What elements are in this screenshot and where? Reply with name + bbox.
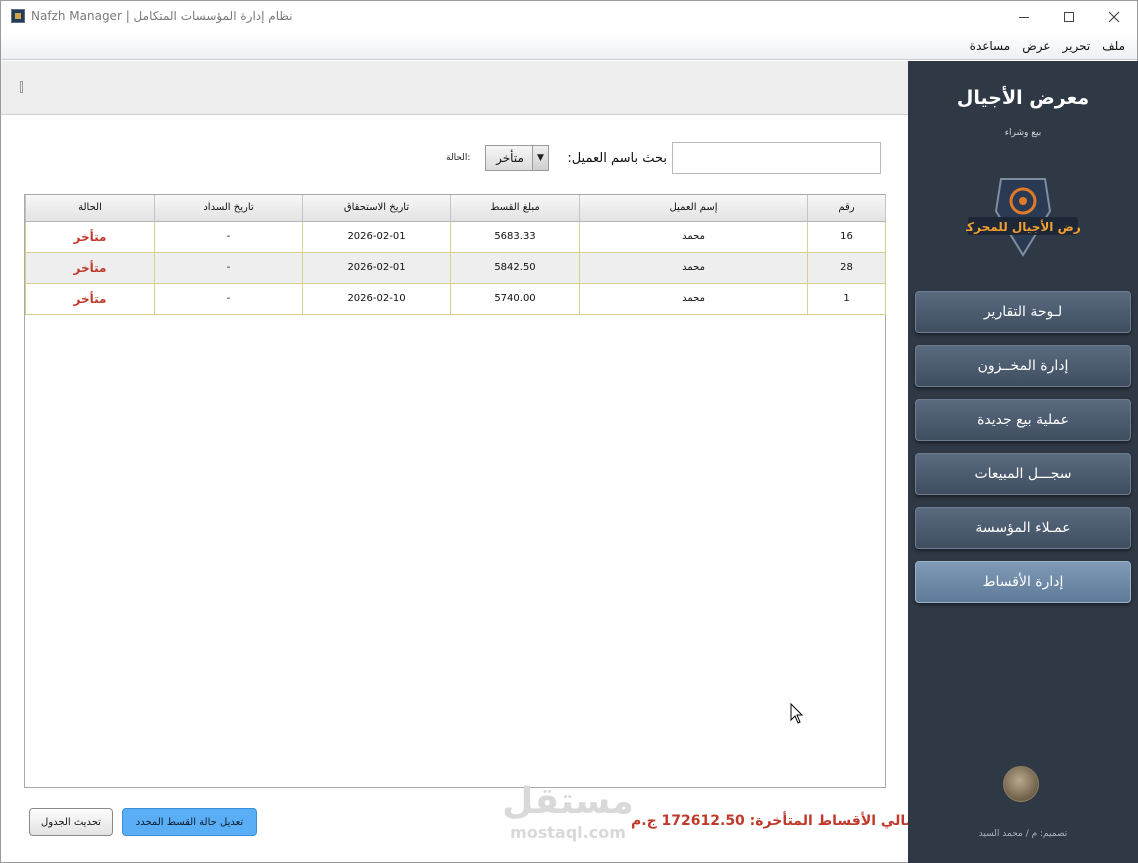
header-customer[interactable]: إسم العميل [579, 195, 808, 222]
menu-view[interactable]: عرض [1020, 39, 1052, 53]
cell-number: 16 [807, 220, 886, 253]
watermark: مستقل mostaql.com [498, 781, 638, 847]
nav-sales-log[interactable]: سجـــل المبيعات [915, 453, 1131, 495]
app-window: Nafzh Manager | نظام إدارة المؤسسات المت… [0, 0, 1138, 863]
table-row[interactable]: 28 محمد 5842.50 2026-02-01 - متأخر [25, 251, 886, 284]
watermark-arabic: مستقل [502, 781, 634, 822]
nav-customers[interactable]: عمـلاء المؤسسة [915, 507, 1131, 549]
cell-paid-date: - [154, 251, 303, 284]
toolbar-handle-icon [20, 81, 23, 93]
maximize-icon [1064, 12, 1074, 22]
cell-amount: 5740.00 [450, 282, 580, 315]
total-overdue-label: إجمالي الأقساط المتأخرة: 172612.50 ج.م [631, 813, 930, 829]
cell-amount: 5683.33 [450, 220, 580, 253]
edit-installment-status-button[interactable]: تعديل حالة القسط المحدد [122, 808, 257, 836]
sidebar: معرض الأجيال بيع وشراء معرض الأجيال للمح… [908, 61, 1138, 863]
header-number[interactable]: رقم [807, 195, 886, 222]
header-paid-date[interactable]: تاريخ السداد [154, 195, 303, 222]
header-due-date[interactable]: تاريخ الاستحقاق [302, 195, 451, 222]
close-icon [1108, 11, 1120, 23]
menu-help[interactable]: مساعدة [968, 39, 1013, 53]
brand-title: معرض الأجيال [956, 87, 1090, 109]
cell-due-date: 2026-02-01 [302, 251, 451, 284]
logo-text: معرض الأجيال للمحركات [966, 219, 1080, 234]
nav-installments[interactable]: إدارة الأقساط [915, 561, 1131, 603]
menu-file[interactable]: ملف [1100, 39, 1127, 53]
table-header-row: رقم إسم العميل مبلغ القسط تاريخ الاستحقا… [25, 195, 886, 222]
cell-number: 28 [807, 251, 886, 284]
status-dropdown-value: متأخر [496, 151, 524, 165]
search-label: بحث باسم العميل: [567, 151, 667, 166]
close-button[interactable] [1091, 1, 1137, 33]
cell-due-date: 2026-02-10 [302, 282, 451, 315]
cell-status: متأخر [25, 282, 155, 315]
nav-inventory[interactable]: إدارة المخــزون [915, 345, 1131, 387]
mouse-cursor-icon [790, 703, 804, 724]
menu-bar: ملف تحرير عرض مساعدة [1, 33, 1137, 60]
cell-amount: 5842.50 [450, 251, 580, 284]
cell-paid-date: - [154, 220, 303, 253]
watermark-english: mostaql.com [510, 823, 626, 842]
minimize-button[interactable] [1001, 1, 1047, 33]
brand-subtitle: بيع وشراء [1004, 128, 1042, 138]
status-label: الحالة: [446, 153, 471, 163]
app-icon [11, 9, 25, 23]
window-title: Nafzh Manager | نظام إدارة المؤسسات المت… [31, 9, 293, 23]
toolbar-band [1, 61, 908, 115]
table-row[interactable]: 1 محمد 5740.00 2026-02-10 - متأخر [25, 282, 886, 315]
header-status[interactable]: الحالة [25, 195, 155, 222]
seal-icon [1003, 766, 1039, 802]
chevron-down-icon[interactable]: ▼ [532, 146, 548, 170]
nav-reports-dashboard[interactable]: لـوحة التقارير [915, 291, 1131, 333]
cell-customer: محمد [579, 251, 808, 284]
minimize-icon [1019, 16, 1029, 18]
cell-number: 1 [807, 282, 886, 315]
maximize-button[interactable] [1046, 1, 1092, 33]
menu-edit[interactable]: تحرير [1061, 39, 1093, 53]
table-row[interactable]: 16 محمد 5683.33 2026-02-01 - متأخر [25, 220, 886, 253]
designer-credit: تصميم: م / محمد السيد [978, 829, 1068, 839]
refresh-table-button[interactable]: تحديث الجدول [29, 808, 113, 836]
cell-customer: محمد [579, 282, 808, 315]
status-dropdown[interactable]: متأخر ▼ [485, 145, 549, 171]
nav-new-sale[interactable]: عملية بيع جديدة [915, 399, 1131, 441]
customer-search-input[interactable] [672, 142, 881, 174]
title-bar[interactable]: Nafzh Manager | نظام إدارة المؤسسات المت… [1, 1, 1137, 33]
cell-customer: محمد [579, 220, 808, 253]
company-logo-icon: معرض الأجيال للمحركات [966, 178, 1080, 257]
header-amount[interactable]: مبلغ القسط [450, 195, 580, 222]
cell-status: متأخر [25, 220, 155, 253]
cell-status: متأخر [25, 251, 155, 284]
installments-table[interactable]: رقم إسم العميل مبلغ القسط تاريخ الاستحقا… [24, 194, 886, 788]
cell-paid-date: - [154, 282, 303, 315]
cell-due-date: 2026-02-01 [302, 220, 451, 253]
